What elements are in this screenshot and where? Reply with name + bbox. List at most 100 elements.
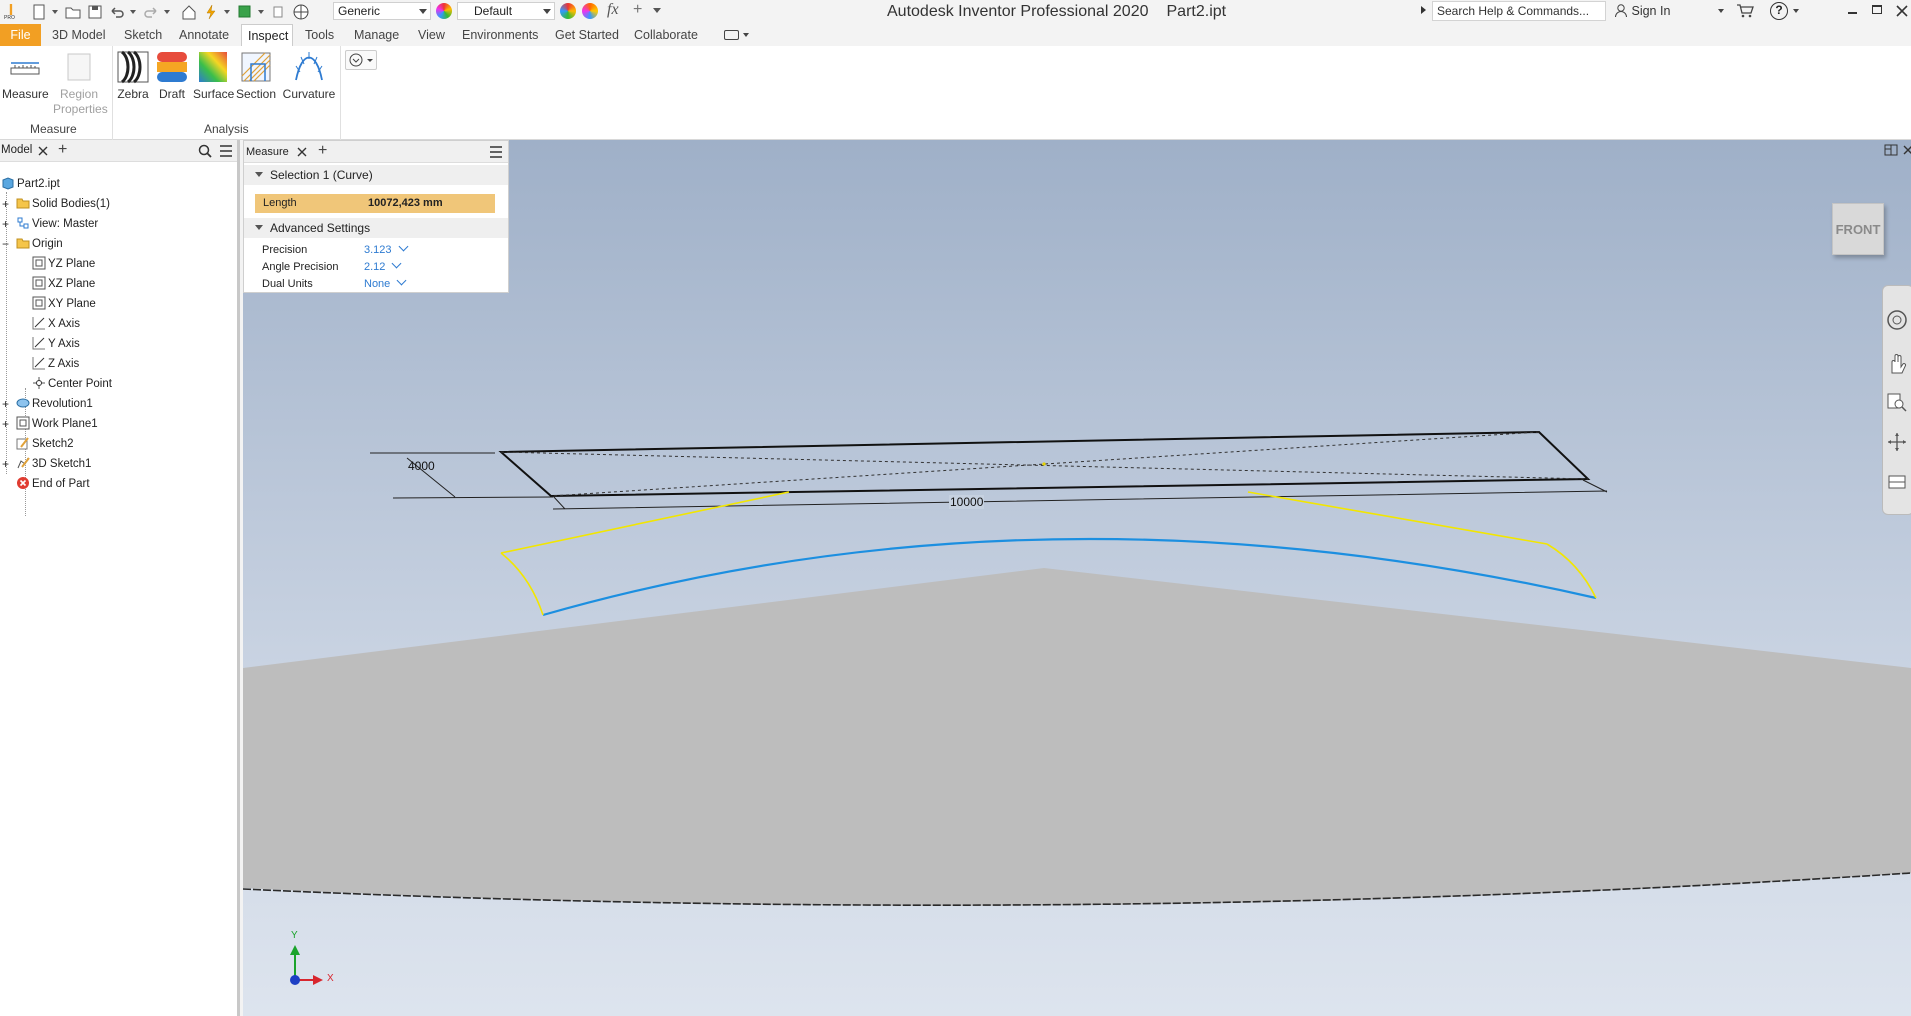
curvature-button[interactable]: Curvature <box>282 50 336 101</box>
close-icon[interactable] <box>297 147 307 157</box>
expand-icon[interactable]: + <box>2 454 9 474</box>
steering-wheel-icon[interactable] <box>1885 308 1909 332</box>
search-icon[interactable] <box>198 144 212 158</box>
measure-button[interactable]: Measure <box>2 50 49 101</box>
advanced-settings-header[interactable]: Advanced Settings <box>244 218 508 238</box>
undo-dropdown-icon[interactable] <box>130 10 136 14</box>
update-dropdown-icon[interactable] <box>224 10 230 14</box>
look-at-icon[interactable] <box>1885 470 1909 494</box>
section-button[interactable]: Section <box>236 50 276 101</box>
tab-file[interactable]: File <box>0 24 41 46</box>
home-icon[interactable] <box>180 3 198 21</box>
expand-search-icon[interactable] <box>1421 6 1426 14</box>
tree-item-yz-plane[interactable]: YZ Plane <box>32 254 95 274</box>
tree-item-y-axis[interactable]: Y Axis <box>32 334 80 354</box>
tree-item-3d-sketch1[interactable]: 3D Sketch1 <box>16 454 91 474</box>
new-icon[interactable] <box>30 3 48 21</box>
surface-button[interactable]: Surface <box>193 50 234 101</box>
customize-icon[interactable] <box>653 8 661 13</box>
tab-environments[interactable]: Environments <box>456 24 544 46</box>
appearance-combo[interactable]: Default <box>457 2 555 20</box>
collapse-icon[interactable]: − <box>2 234 9 254</box>
help-dropdown-icon[interactable] <box>1793 9 1799 13</box>
help-search-input[interactable]: Search Help & Commands... <box>1432 1 1606 21</box>
pan-hand-icon[interactable] <box>1885 352 1909 376</box>
select-icon[interactable] <box>236 3 254 21</box>
sphere-icon[interactable] <box>292 3 310 21</box>
tree-item-z-axis[interactable]: Z Axis <box>32 354 79 374</box>
expand-icon[interactable]: + <box>2 394 9 414</box>
material-combo[interactable]: Generic <box>333 2 431 20</box>
sign-in-button[interactable]: Sign In <box>1614 2 1670 20</box>
selection-section-header[interactable]: Selection 1 (Curve) <box>244 165 508 185</box>
hamburger-menu-icon[interactable] <box>489 146 503 158</box>
tab-sketch[interactable]: Sketch <box>118 24 168 46</box>
tab-annotate[interactable]: Annotate <box>173 24 235 46</box>
close-icon[interactable] <box>38 146 48 156</box>
close-viewport-icon[interactable] <box>1903 145 1911 155</box>
undo-icon[interactable] <box>108 3 126 21</box>
expand-icon[interactable]: + <box>2 194 9 214</box>
update-icon[interactable] <box>202 3 220 21</box>
length-label: Length <box>263 197 297 209</box>
add-tab-icon[interactable]: + <box>58 141 67 159</box>
add-icon[interactable]: + <box>633 1 642 19</box>
dual-units-dropdown[interactable]: None <box>364 275 407 293</box>
browser-tab-model[interactable]: Model <box>1 144 32 156</box>
view-layout-icon[interactable] <box>1884 144 1898 156</box>
sign-in-dropdown-icon[interactable] <box>1718 9 1724 13</box>
zebra-button[interactable]: Zebra <box>115 50 151 101</box>
tab-manage[interactable]: Manage <box>348 24 405 46</box>
select-dropdown-icon[interactable] <box>258 10 264 14</box>
tree-item-xy-plane[interactable]: XY Plane <box>32 294 96 314</box>
tab-collaborate[interactable]: Collaborate <box>628 24 704 46</box>
tab-get-started[interactable]: Get Started <box>549 24 625 46</box>
close-window-icon[interactable] <box>1896 5 1908 17</box>
tree-item-solid-bodies[interactable]: Solid Bodies(1) <box>16 194 110 214</box>
clear-appearance-icon[interactable] <box>560 3 576 19</box>
expand-icon[interactable]: + <box>2 414 9 434</box>
fx-icon[interactable]: fx <box>607 1 619 19</box>
open-icon[interactable] <box>64 3 82 21</box>
help-icon[interactable]: ? <box>1770 2 1788 20</box>
zoom-icon[interactable] <box>1885 390 1909 414</box>
region-properties-button[interactable]: Region Properties <box>53 50 108 116</box>
restore-icon[interactable] <box>1872 5 1882 14</box>
cart-icon[interactable] <box>1736 3 1754 19</box>
add-tab-icon[interactable]: + <box>318 142 327 160</box>
measure-panel-tab[interactable]: Measure <box>246 146 289 158</box>
viewcube[interactable]: FRONT <box>1832 203 1884 255</box>
tree-item-center-point[interactable]: Center Point <box>32 374 112 394</box>
appearance-icon[interactable] <box>436 3 452 19</box>
angle-precision-dropdown[interactable]: 2.12 <box>364 258 402 276</box>
region-label: Region <box>59 87 99 101</box>
ribbon-display-toggle[interactable] <box>724 30 750 41</box>
tree-item-work-plane1[interactable]: Work Plane1 <box>16 414 98 434</box>
redo-icon[interactable] <box>142 3 160 21</box>
save-icon[interactable] <box>86 3 104 21</box>
tree-item-revolution1[interactable]: Revolution1 <box>16 394 93 414</box>
expand-icon[interactable]: + <box>2 214 9 234</box>
print-icon[interactable] <box>270 3 288 21</box>
tab-view[interactable]: View <box>412 24 451 46</box>
tree-item-x-axis[interactable]: X Axis <box>32 314 80 334</box>
tab-tools[interactable]: Tools <box>299 24 340 46</box>
hamburger-menu-icon[interactable] <box>219 145 233 157</box>
minimize-icon[interactable] <box>1848 12 1857 14</box>
tree-item-sketch2[interactable]: Sketch2 <box>16 434 74 454</box>
tab-inspect[interactable]: Inspect <box>241 24 293 46</box>
tab-3d-model[interactable]: 3D Model <box>46 24 112 46</box>
tree-item-end-of-part[interactable]: End of Part <box>16 474 90 494</box>
analysis-visibility-button[interactable] <box>345 50 377 70</box>
draft-button[interactable]: Draft <box>154 50 190 101</box>
tree-item-origin[interactable]: Origin <box>16 234 63 254</box>
tree-item-view-master[interactable]: View: Master <box>16 214 98 234</box>
tree-item-part[interactable]: Part2.ipt <box>1 174 60 194</box>
new-dropdown-icon[interactable] <box>52 10 58 14</box>
precision-dropdown[interactable]: 3.123 <box>364 241 408 259</box>
tree-item-xz-plane[interactable]: XZ Plane <box>32 274 95 294</box>
redo-dropdown-icon[interactable] <box>164 10 170 14</box>
inventor-logo[interactable]: I PRO <box>2 1 20 23</box>
orbit-icon[interactable] <box>1885 430 1909 454</box>
adjust-icon[interactable] <box>582 3 598 19</box>
